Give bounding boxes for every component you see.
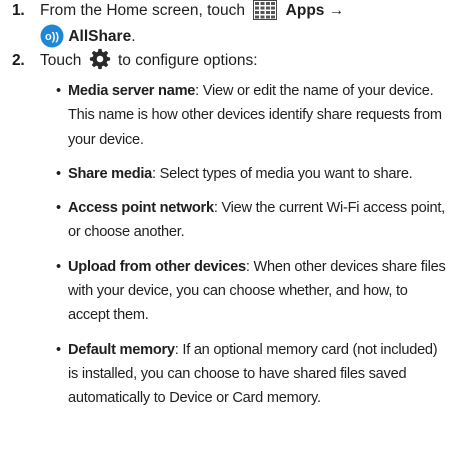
apps-grid-icon [253,0,278,20]
bullet-dot: • [56,200,61,217]
bullet-dot: • [56,258,61,275]
bullet-dot: • [56,83,61,99]
list-item: • Share media: Select types of media you … [56,162,448,186]
step-1-intro: From the Home screen, touch [40,2,246,19]
list-item: • Upload from other devices: When other d… [56,255,448,328]
option-term: Share media [68,165,153,182]
options-list: • Media server name: View or edit the nam… [56,79,448,421]
option-term: Access point network [68,200,214,217]
option-term: Upload from other devices [68,258,246,275]
step-2-outro: to configure options: [118,52,258,70]
step-2-intro: Touch [40,52,82,70]
arrow-glyph: → [328,2,345,19]
bullet-dot: • [56,165,61,182]
step-number: 2. [12,52,25,69]
list-item: • Media server name: View or edit the nam… [56,79,448,152]
step-number: 1. [12,2,25,19]
option-term: Default memory [68,341,175,358]
step-2-text: Touch to configure options: [40,48,466,72]
list-item: • Access point network: View the current … [56,196,448,245]
allshare-app-icon: o)) [40,24,64,48]
option-description: : Select types of media you want to shar… [152,165,413,182]
settings-gear-icon [89,48,111,70]
list-item: • Default memory: If an optional memory c… [56,338,448,411]
allshare-label: AllShare [68,28,132,46]
apps-label: Apps [285,2,325,19]
step-1-text: From the Home screen, touch Apps → [40,0,466,22]
svg-text:o)): o)) [45,31,59,43]
step-1-period: . [131,28,136,46]
instruction-document: 1. From the Home screen, touch Apps → o)… [0,0,474,452]
option-term: Media server name [68,83,196,99]
bullet-dot: • [56,341,61,358]
